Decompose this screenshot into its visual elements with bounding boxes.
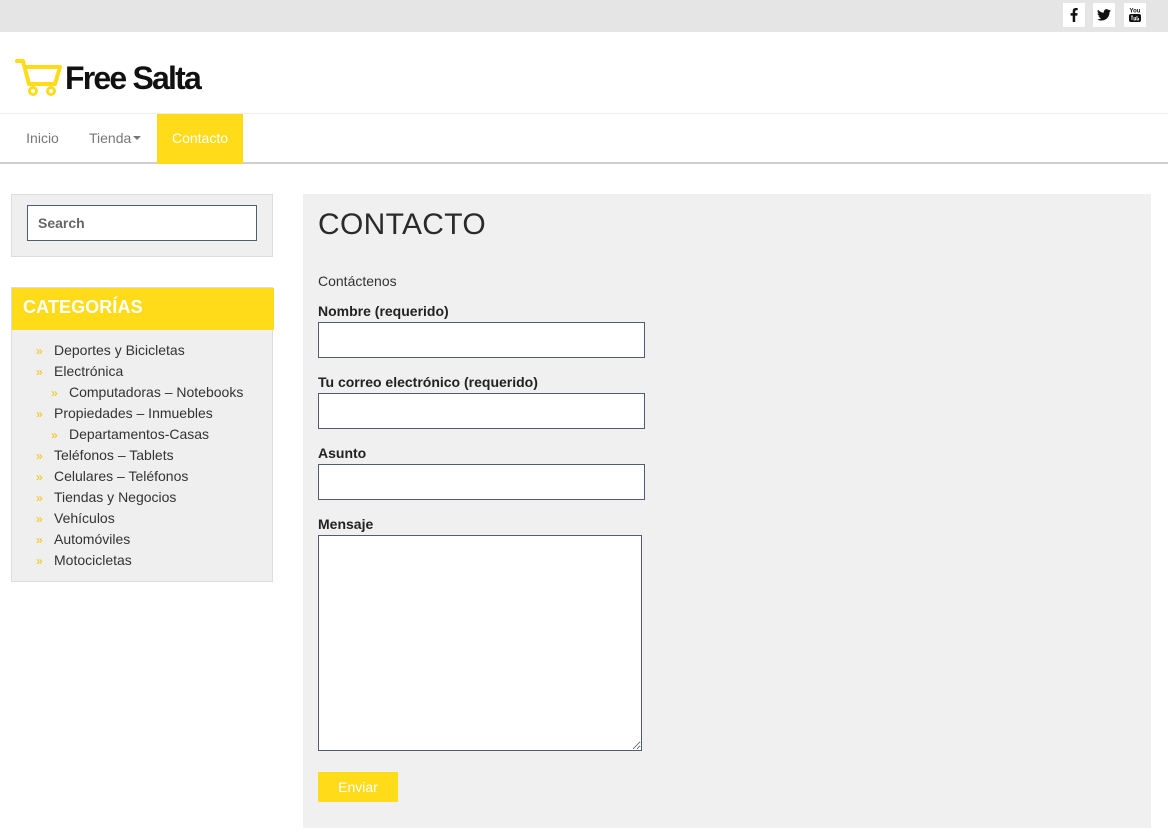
category-item[interactable]: » Computadoras – Notebooks [12, 382, 274, 403]
shopping-cart-icon [15, 56, 63, 99]
category-label: Tiendas y Negocios [54, 489, 177, 505]
category-label: Vehículos [54, 510, 115, 526]
nav-item-inicio[interactable]: Inicio [0, 114, 85, 164]
search-widget [11, 194, 273, 257]
categories-list: » Deportes y Bicicletas » Electrónica » Com… [12, 340, 274, 571]
site-name: Free Salta [65, 59, 202, 96]
category-label: Celulares – Teléfonos [54, 468, 189, 484]
category-item[interactable]: » Teléfonos – Tablets [12, 445, 274, 466]
double-chevron-right-icon: » [36, 449, 43, 463]
category-label: Electrónica [54, 363, 124, 379]
nav-item-label: Contacto [171, 130, 229, 146]
category-label: Computadoras – Notebooks [69, 384, 244, 400]
double-chevron-right-icon: » [36, 344, 43, 358]
double-chevron-right-icon: » [36, 512, 43, 526]
category-item[interactable]: » Tiendas y Negocios [12, 487, 274, 508]
subject-field[interactable] [318, 464, 645, 500]
double-chevron-right-icon: » [36, 407, 43, 421]
category-item[interactable]: » Electrónica [12, 361, 274, 382]
message-field[interactable] [318, 535, 642, 751]
category-label: Propiedades – Inmuebles [54, 405, 213, 421]
site-logo[interactable]: Free Salta [15, 56, 202, 99]
message-label: Mensaje [318, 516, 374, 532]
twitter-icon[interactable] [1093, 3, 1115, 27]
double-chevron-right-icon: » [36, 365, 43, 379]
intro-text: Contáctenos [318, 273, 397, 289]
double-chevron-right-icon: » [51, 386, 58, 400]
email-label: Tu correo electrónico (requerido) [318, 374, 538, 390]
main-nav: Inicio Tienda Contacto [0, 114, 1168, 164]
category-label: Deportes y Bicicletas [54, 342, 185, 358]
nav-item-label: Tienda [89, 130, 132, 146]
subject-label: Asunto [318, 445, 367, 461]
category-item[interactable]: » Motocicletas [12, 550, 274, 571]
top-bar: You [0, 0, 1168, 32]
facebook-icon[interactable] [1063, 3, 1085, 27]
category-label: Automóviles [54, 531, 131, 547]
youtube-icon-label: You [1130, 9, 1141, 15]
double-chevron-right-icon: » [36, 533, 43, 547]
category-label: Motocicletas [54, 552, 132, 568]
category-item[interactable]: » Propiedades – Inmuebles [12, 403, 274, 424]
caret-down-icon [133, 136, 142, 141]
categories-header: CATEGORÍAS [12, 288, 274, 330]
double-chevron-right-icon: » [36, 554, 43, 568]
youtube-icon[interactable]: You [1124, 3, 1146, 27]
main-content: CONTACTO Contáctenos Nombre (requerido) … [303, 194, 1151, 828]
double-chevron-right-icon: » [51, 428, 58, 442]
category-item[interactable]: » Vehículos [12, 508, 274, 529]
search-input[interactable] [27, 205, 257, 241]
submit-button[interactable]: Enviar [318, 772, 398, 802]
category-label: Teléfonos – Tablets [54, 447, 174, 463]
email-field[interactable] [318, 393, 645, 429]
name-label: Nombre (requerido) [318, 303, 449, 319]
double-chevron-right-icon: » [36, 470, 43, 484]
double-chevron-right-icon: » [36, 491, 43, 505]
nav-item-tienda[interactable]: Tienda [85, 114, 157, 164]
category-label: Departamentos-Casas [69, 426, 210, 442]
site-header: Free Salta [0, 32, 1168, 114]
nav-item-contacto[interactable]: Contacto [157, 114, 243, 164]
category-item[interactable]: » Departamentos-Casas [12, 424, 274, 445]
categories-title: CATEGORÍAS [23, 297, 143, 317]
category-item[interactable]: » Deportes y Bicicletas [12, 340, 274, 361]
name-field[interactable] [318, 322, 645, 358]
category-item[interactable]: » Automóviles [12, 529, 274, 550]
categories-widget: CATEGORÍAS » Deportes y Bicicletas » Elect… [11, 287, 274, 582]
category-item[interactable]: » Celulares – Teléfonos [12, 466, 274, 487]
page-title: CONTACTO [318, 208, 486, 241]
nav-item-label: Inicio [26, 130, 59, 146]
